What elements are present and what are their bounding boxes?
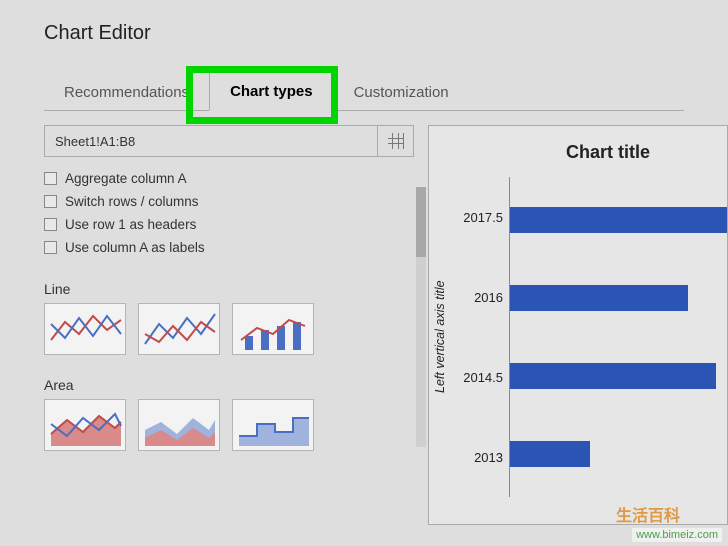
area-chart-icon [45,400,127,452]
watermark-url: www.bimeiz.com [632,528,722,542]
section-area-label: Area [44,377,414,393]
checkbox-icon [44,218,57,231]
option-label: Switch rows / columns [65,194,199,209]
bar [510,285,688,311]
bar [510,441,590,467]
chart-type-area-3[interactable] [232,399,314,451]
select-range-button[interactable] [377,126,413,156]
page-title: Chart Editor [0,0,728,45]
line-chart-icon [139,304,221,356]
option-row1-headers[interactable]: Use row 1 as headers [44,213,414,236]
tab-chart-types[interactable]: Chart types [209,72,334,111]
y-tick: 2016 [474,290,503,305]
scrollbar-thumb[interactable] [416,187,426,257]
y-tick: 2017.5 [463,210,503,225]
tab-recommendations[interactable]: Recommendations [44,74,209,111]
area-thumbnails [44,399,414,451]
data-range-input[interactable] [45,126,377,156]
option-aggregate[interactable]: Aggregate column A [44,167,414,190]
bars-area [509,177,727,497]
chart-type-line-2[interactable] [138,303,220,355]
options-group: Aggregate column A Switch rows / columns… [44,167,414,259]
chart-type-area-2[interactable] [138,399,220,451]
option-colA-labels[interactable]: Use column A as labels [44,236,414,259]
chart-preview: Chart title Left vertical axis title 201… [428,125,728,525]
chart-type-combo[interactable] [232,303,314,355]
y-axis-ticks: 2017.5 2016 2014.5 2013 [455,177,509,497]
grid-icon [388,133,404,149]
chart-type-area-1[interactable] [44,399,126,451]
line-chart-icon [45,304,127,356]
option-label: Aggregate column A [65,171,187,186]
checkbox-icon [44,172,57,185]
left-panel: Aggregate column A Switch rows / columns… [44,125,414,451]
option-switch-rows-columns[interactable]: Switch rows / columns [44,190,414,213]
bar [510,363,716,389]
y-axis-label: Left vertical axis title [429,177,455,497]
chart-type-line-1[interactable] [44,303,126,355]
scrollbar-track[interactable] [416,187,426,447]
option-label: Use column A as labels [65,240,205,255]
chart-title: Chart title [429,142,727,163]
y-tick: 2014.5 [463,370,503,385]
combo-chart-icon [233,304,315,356]
area-chart-icon [233,400,315,452]
checkbox-icon [44,195,57,208]
checkbox-icon [44,241,57,254]
bar [510,207,727,233]
tab-customization[interactable]: Customization [334,74,469,111]
line-thumbnails [44,303,414,355]
area-chart-icon [139,400,221,452]
section-line-label: Line [44,281,414,297]
data-range-row [44,125,414,157]
option-label: Use row 1 as headers [65,217,196,232]
tab-bar: Recommendations Chart types Customizatio… [44,71,684,111]
y-tick: 2013 [474,450,503,465]
